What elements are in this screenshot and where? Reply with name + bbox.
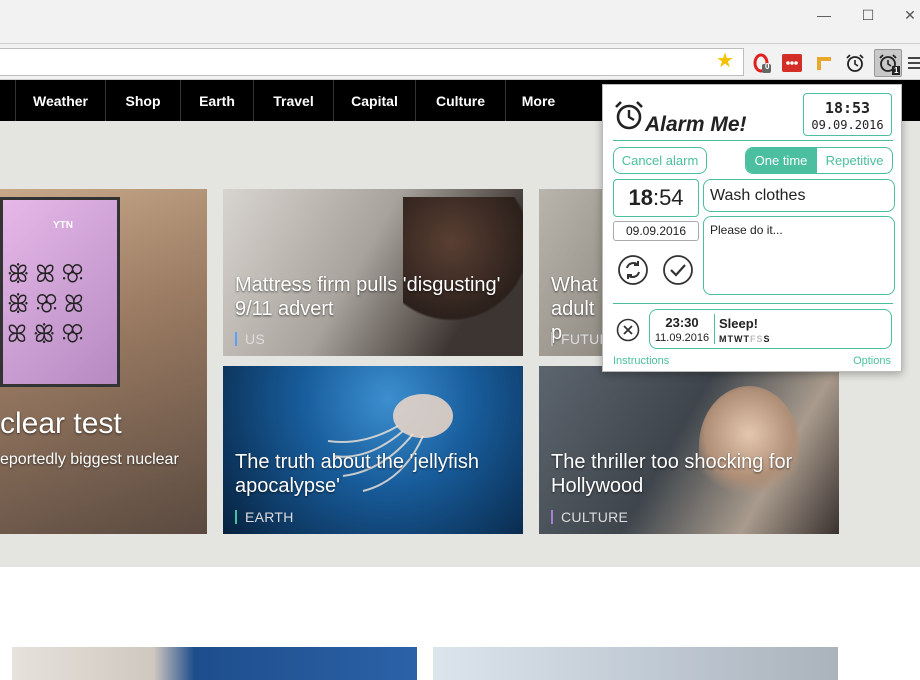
nav-item-more[interactable]: More: [505, 80, 571, 121]
days-inactive: FS: [750, 334, 764, 344]
alarm-item-time: 23:30: [665, 315, 699, 330]
lastpass-icon[interactable]: [782, 53, 802, 73]
story-card-lower-right[interactable]: [433, 647, 838, 680]
story-card-thriller[interactable]: The thriller too shocking for Hollywood …: [539, 366, 839, 534]
alarm-item-name: Sleep!: [719, 316, 759, 331]
alarm-list-item[interactable]: 23:30 11.09.2016 Sleep! MTWTFSS: [649, 309, 892, 349]
story-subtitle: eportedly biggest nuclear: [0, 451, 179, 468]
alarm-clock-icon[interactable]: [845, 53, 865, 73]
browser-toolbar: ★ 0 1: [0, 44, 920, 80]
story-title: Mattress firm pulls 'disgusting' 9/11 ad…: [235, 274, 501, 320]
alarm-item-date: 11.09.2016: [654, 332, 710, 344]
close-icon[interactable]: ✕: [900, 6, 920, 24]
opera-extension-icon[interactable]: 0: [752, 53, 772, 73]
alarm-logo-icon: [615, 101, 643, 130]
maximize-icon[interactable]: ☐: [858, 6, 878, 24]
alarm-me-extension-icon[interactable]: 1: [874, 49, 902, 77]
cancel-alarm-button[interactable]: Cancel alarm: [613, 147, 707, 174]
repeat-icon[interactable]: [617, 254, 649, 286]
tab-one-time[interactable]: One time: [746, 148, 817, 173]
alarm-note-textarea[interactable]: Please do it...: [703, 216, 895, 295]
remove-alarm-icon[interactable]: [616, 318, 640, 342]
minimize-icon[interactable]: —: [814, 6, 834, 24]
alarm-hour: 18: [628, 185, 653, 210]
tab-repetitive[interactable]: Repetitive: [816, 148, 892, 173]
alarm-time-input[interactable]: 18:54: [613, 179, 699, 217]
story-card-jellyfish[interactable]: The truth about the 'jellyfish apocalyps…: [223, 366, 523, 534]
story-card-lower-left[interactable]: [12, 647, 417, 680]
days-sunday: S: [763, 334, 771, 344]
divider: [613, 303, 893, 304]
address-input[interactable]: [0, 48, 744, 76]
nav-item-culture[interactable]: Culture: [415, 80, 505, 121]
story-title: clear test: [0, 407, 122, 440]
story-tag: US: [235, 332, 265, 346]
story-tag: CULTURE: [551, 510, 628, 524]
alarm-type-toggle: One time Repetitive: [745, 147, 893, 174]
popup-title: Alarm Me!: [645, 113, 747, 136]
nav-item-capital[interactable]: Capital: [333, 80, 415, 121]
options-link[interactable]: Options: [853, 355, 891, 367]
story-title: The truth about the 'jellyfish apocalyps…: [235, 451, 479, 497]
nav-item-weather[interactable]: Weather: [15, 80, 105, 121]
alarm-me-popup: Alarm Me! 18:53 09.09.2016 Cancel alarm …: [602, 84, 902, 372]
current-time: 18:53: [824, 99, 871, 117]
nav-item-earth[interactable]: Earth: [180, 80, 253, 121]
alarm-badge: 1: [892, 66, 901, 75]
nav-item-travel[interactable]: Travel: [253, 80, 333, 121]
instructions-link[interactable]: Instructions: [613, 355, 669, 367]
alarm-title-input[interactable]: Wash clothes: [703, 179, 895, 212]
alarm-minute: 54: [659, 185, 684, 210]
bookmark-star-icon[interactable]: ★: [716, 51, 734, 71]
confirm-icon[interactable]: [662, 254, 694, 286]
divider: [613, 140, 893, 141]
story-tag: EARTH: [235, 510, 294, 524]
story-image: [403, 197, 523, 347]
current-time-box: 18:53 09.09.2016: [803, 93, 892, 136]
alarm-item-days: MTWTFSS: [719, 334, 771, 344]
days-active: MTWT: [719, 334, 750, 344]
alarm-date-input[interactable]: 09.09.2016: [613, 221, 699, 241]
ruler-extension-icon[interactable]: [814, 53, 834, 73]
story-card-nuclear[interactable]: YTN ꕥꕤꕣ ꕥꕣꕤ ꕤꕥꕣ clear test eportedly bigge…: [0, 189, 207, 534]
alarm-item-separator: [714, 314, 715, 344]
story-card-mattress[interactable]: Mattress firm pulls 'disgusting' 9/11 ad…: [223, 189, 523, 356]
nav-item-shop[interactable]: Shop: [105, 80, 180, 121]
opera-badge: 0: [765, 62, 770, 71]
current-date: 09.09.2016: [811, 118, 884, 132]
browser-titlebar: — ☐ ✕: [0, 0, 920, 44]
story-title: The thriller too shocking for Hollywood: [551, 451, 793, 497]
story-image: YTN ꕥꕤꕣ ꕥꕣꕤ ꕤꕥꕣ: [0, 197, 120, 387]
menu-icon[interactable]: [908, 53, 920, 73]
